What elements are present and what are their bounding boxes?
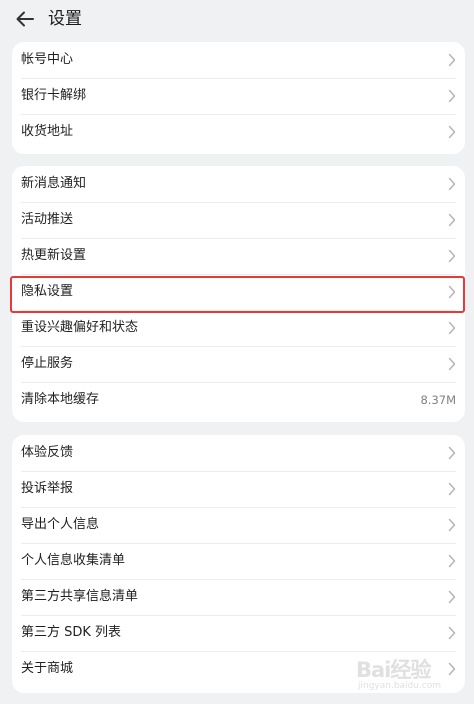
settings-item-clear-cache[interactable]: 清除本地缓存 8.37M	[21, 382, 456, 418]
settings-item-third-party-sdk-list[interactable]: 第三方 SDK 列表	[21, 615, 456, 651]
settings-item-complaint-report[interactable]: 投诉举报	[21, 471, 456, 507]
settings-item-label: 重设兴趣偏好和状态	[21, 320, 139, 335]
settings-item-label: 第三方 SDK 列表	[21, 625, 122, 640]
settings-item-label: 热更新设置	[21, 248, 87, 263]
chevron-right-icon	[448, 554, 456, 568]
settings-item-label: 投诉举报	[21, 481, 74, 496]
arrow-left-icon	[16, 11, 34, 27]
watermark-text: Bai经验	[356, 658, 431, 682]
chevron-right-icon	[448, 89, 456, 103]
settings-item-label: 隐私设置	[21, 284, 74, 299]
settings-item-reset-interests[interactable]: 重设兴趣偏好和状态	[21, 310, 456, 346]
settings-item-label: 收货地址	[21, 124, 74, 139]
chevron-right-icon	[448, 590, 456, 604]
chevron-right-icon	[448, 285, 456, 299]
settings-item-label: 停止服务	[21, 356, 74, 371]
settings-item-privacy[interactable]: 隐私设置	[21, 274, 456, 310]
settings-item-activity-push[interactable]: 活动推送	[21, 202, 456, 238]
settings-item-stop-service[interactable]: 停止服务	[21, 346, 456, 382]
watermark-url: jingyan.baidu.com	[358, 681, 442, 691]
chevron-right-icon	[448, 321, 456, 335]
settings-item-shipping-address[interactable]: 收货地址	[21, 114, 456, 150]
settings-item-label: 新消息通知	[21, 176, 87, 191]
settings-item-label: 个人信息收集清单	[21, 553, 126, 568]
page-title: 设置	[48, 9, 82, 29]
settings-item-account-center[interactable]: 帐号中心	[21, 42, 456, 78]
chevron-right-icon	[448, 518, 456, 532]
settings-item-label: 第三方共享信息清单	[21, 589, 139, 604]
chevron-right-icon	[448, 213, 456, 227]
settings-item-new-message-notification[interactable]: 新消息通知	[21, 166, 456, 202]
chevron-right-icon	[448, 125, 456, 139]
settings-item-label: 清除本地缓存	[21, 392, 100, 407]
settings-item-label: 帐号中心	[21, 52, 74, 67]
settings-item-label: 关于商城	[21, 661, 74, 676]
watermark: Bai经验 jingyan.baidu.com	[354, 652, 466, 696]
top-bar: 设置	[0, 0, 474, 38]
settings-item-label: 体验反馈	[21, 445, 74, 460]
back-button[interactable]	[13, 6, 39, 32]
cache-size-value: 8.37M	[420, 393, 456, 407]
settings-group-general: 新消息通知 活动推送 热更新设置 隐私设置 重设兴趣偏好和状态 停止服务 清除本…	[12, 166, 465, 422]
chevron-right-icon	[448, 482, 456, 496]
chevron-right-icon	[448, 249, 456, 263]
settings-group-account: 帐号中心 银行卡解绑 收货地址	[12, 42, 465, 154]
chevron-right-icon	[448, 177, 456, 191]
chevron-right-icon	[448, 357, 456, 371]
chevron-right-icon	[448, 53, 456, 67]
settings-item-label: 活动推送	[21, 212, 74, 227]
settings-item-export-personal-info[interactable]: 导出个人信息	[21, 507, 456, 543]
chevron-right-icon	[448, 446, 456, 460]
settings-item-personal-info-collection-list[interactable]: 个人信息收集清单	[21, 543, 456, 579]
settings-item-hot-update[interactable]: 热更新设置	[21, 238, 456, 274]
chevron-right-icon	[448, 626, 456, 640]
settings-item-feedback[interactable]: 体验反馈	[21, 435, 456, 471]
settings-item-third-party-sharing-list[interactable]: 第三方共享信息清单	[21, 579, 456, 615]
settings-item-label: 银行卡解绑	[21, 88, 87, 103]
settings-item-bank-card-unbind[interactable]: 银行卡解绑	[21, 78, 456, 114]
settings-item-label: 导出个人信息	[21, 517, 100, 532]
